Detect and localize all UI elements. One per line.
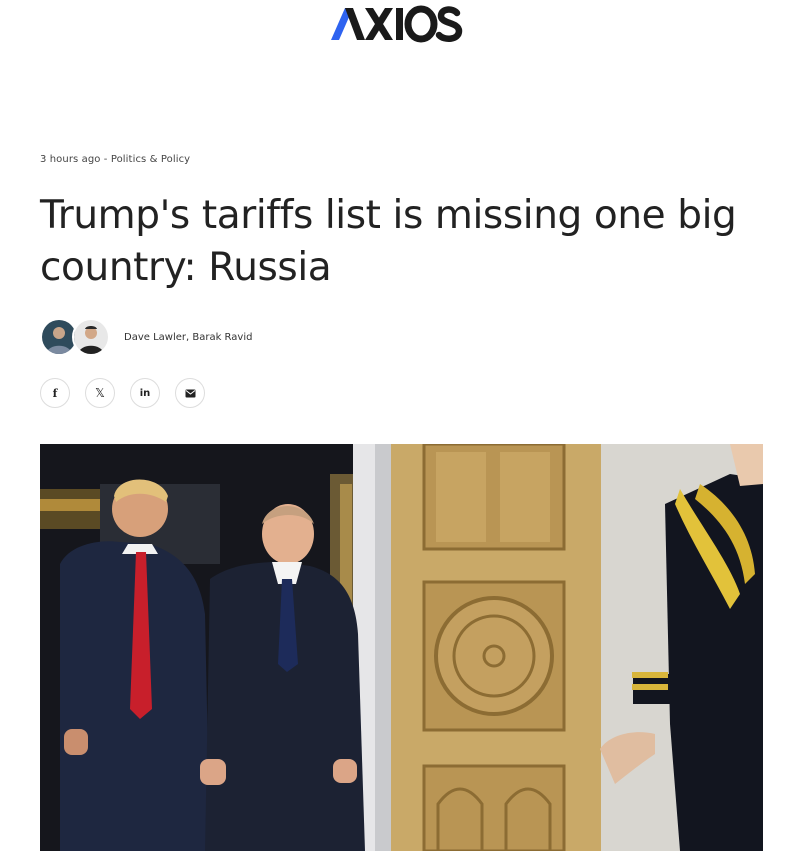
linkedin-share-button[interactable]: in (130, 378, 160, 408)
x-share-button[interactable]: 𝕏 (85, 378, 115, 408)
axios-logo (330, 5, 462, 43)
article-meta: 3 hours ago - Politics & Policy (40, 154, 190, 165)
article-headline: Trump's tariffs list is missing one big … (40, 193, 737, 290)
author-avatar[interactable] (72, 318, 110, 356)
facebook-share-button[interactable]: f (40, 378, 70, 408)
share-bar: f 𝕏 in (40, 378, 205, 408)
timestamp: 3 hours ago (40, 154, 101, 165)
email-icon (185, 389, 195, 397)
category-link[interactable]: Politics & Policy (111, 154, 190, 165)
lead-photo (40, 444, 763, 851)
linkedin-icon: in (139, 387, 151, 399)
facebook-icon: f (52, 386, 58, 400)
byline: Dave Lawler, Barak Ravid (40, 317, 252, 357)
logo-link[interactable] (0, 4, 793, 44)
email-share-button[interactable] (175, 378, 205, 408)
author-names[interactable]: Dave Lawler, Barak Ravid (124, 332, 252, 343)
x-icon: 𝕏 (95, 386, 105, 400)
meta-separator: - (100, 154, 111, 165)
